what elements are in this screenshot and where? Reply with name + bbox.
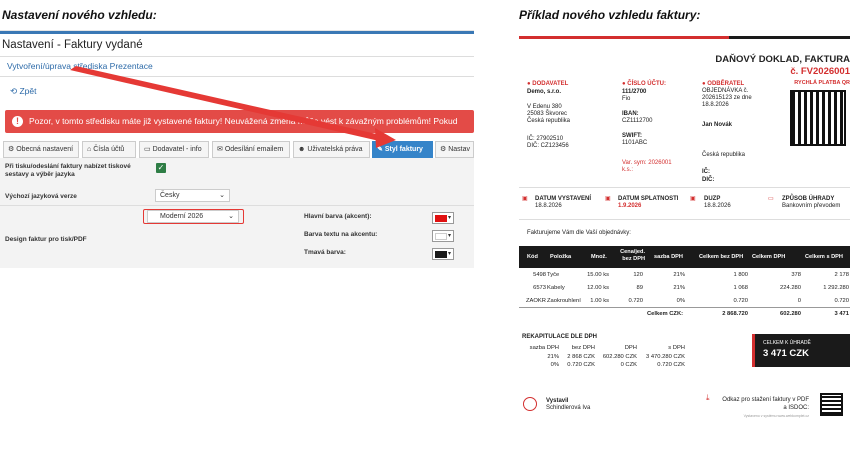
- brush-icon: ✎: [377, 146, 385, 153]
- table-cell: 89: [636, 285, 643, 291]
- table-cell: 378: [791, 272, 801, 278]
- recap-cell: 2 868 CZK: [567, 354, 595, 360]
- card-icon: ▭: [768, 196, 774, 202]
- calendar-icon: ▣: [605, 196, 611, 202]
- gear-icon: ⚙: [440, 146, 449, 153]
- payment-qr-code: [790, 90, 846, 146]
- card-icon: ▭: [144, 146, 153, 153]
- download-qr-code: [820, 393, 843, 416]
- recap-cell: 21%: [547, 354, 559, 360]
- dark-color-picker[interactable]: ▾: [432, 248, 454, 260]
- language-select[interactable]: Česky ⌄: [155, 189, 230, 202]
- recap-cell: 0.720 CZK: [657, 362, 685, 368]
- mail-icon: ✉: [217, 146, 225, 153]
- settings-tabs: ⚙ Obecná nastavení ⌂ Čísla účtů ▭ Dodava…: [3, 141, 474, 158]
- table-cell: 1 292.280: [823, 285, 849, 291]
- tab-rights[interactable]: ☻ Uživatelská práva: [293, 141, 370, 158]
- recap-cell: 0%: [550, 362, 559, 368]
- recap-cell: 0 CZK: [620, 362, 637, 368]
- right-caption: Příklad nového vzhledu faktury:: [519, 8, 701, 22]
- tab-settings[interactable]: ⚙ Nastav: [435, 141, 474, 158]
- table-cell: 12.00 ks: [587, 285, 609, 291]
- back-link[interactable]: ⟲ Zpět: [10, 86, 37, 97]
- invoice-title: DAŇOVÝ DOKLAD, FAKTURA: [715, 54, 850, 65]
- table-cell: 1.00 ks: [590, 298, 609, 304]
- language-label: Výchozí jazyková verze: [5, 193, 77, 200]
- send-options-label: Při tisku/odeslání faktury nabízet tisko…: [5, 163, 131, 178]
- table-cell: 224.280: [780, 285, 801, 291]
- recap-header: sazba DPH: [529, 345, 559, 351]
- users-icon: ☻: [298, 146, 308, 153]
- table-cell: 6573: [533, 285, 546, 291]
- table-cell: 2 178: [834, 272, 849, 278]
- main-color-label: Hlavní barva (akcent):: [304, 213, 372, 220]
- gear-icon: ⚙: [8, 146, 17, 153]
- tab-invoice-style[interactable]: ✎ Styl faktury: [372, 141, 433, 158]
- table-cell: 0.720: [628, 298, 643, 304]
- window-title: Nastavení - Faktury vydané: [2, 39, 143, 51]
- table-cell: 1 068: [733, 285, 748, 291]
- qr-payment-label: RYCHLÁ PLATBA QR: [794, 80, 850, 86]
- recap-cell: 3 470.280 CZK: [646, 354, 685, 360]
- table-cell: 21%: [673, 285, 685, 291]
- settings-window: Nastavení - Faktury vydané Vytvoření/úpr…: [0, 30, 474, 268]
- calendar-icon: ▣: [522, 196, 528, 202]
- design-label: Design faktur pro tisk/PDF: [5, 236, 87, 243]
- recap-cell: 602.280 CZK: [602, 354, 637, 360]
- tab-email[interactable]: ✉ Odesílání emailem: [212, 141, 290, 158]
- recap-cell: 0.720 CZK: [567, 362, 595, 368]
- recap-header: s DPH: [668, 345, 685, 351]
- text-color-label: Barva textu na akcentu:: [304, 231, 378, 238]
- table-cell: 0.720: [733, 298, 748, 304]
- table-cell: 15.00 ks: [587, 272, 609, 278]
- table-cell: 0.720: [834, 298, 849, 304]
- table-cell: ZAOKR: [526, 298, 546, 304]
- calendar-icon: ▣: [690, 196, 696, 202]
- dark-color-label: Tmavá barva:: [304, 249, 346, 256]
- text-color-picker[interactable]: ▾: [432, 230, 454, 242]
- invoice-number: č. FV2026001: [790, 66, 850, 77]
- tab-supplier[interactable]: ▭ Dodavatel - info: [139, 141, 209, 158]
- table-cell: 0%: [676, 298, 685, 304]
- chevron-down-icon: ⌄: [219, 192, 225, 199]
- download-icon: ⤓: [706, 393, 710, 402]
- pdf-download-link[interactable]: Odkaz pro stažení faktury v PDF a ISDOC:: [719, 396, 809, 412]
- total-due-box: CELKEM K ÚHRADĚ 3 471 CZK: [752, 334, 850, 367]
- main-color-picker[interactable]: ▾: [432, 212, 454, 224]
- table-cell: 5498: [533, 272, 546, 278]
- center-edit-link[interactable]: Vytvoření/úprava střediska Prezentace: [7, 61, 153, 71]
- warning-icon: !: [12, 116, 23, 127]
- table-cell: 0: [797, 298, 801, 304]
- window-top-border: [0, 31, 474, 34]
- table-cell: 21%: [673, 272, 685, 278]
- table-cell: 120: [633, 272, 643, 278]
- warning-alert: ! Pozor, v tomto středisku máte již vysta…: [5, 110, 474, 133]
- tab-general[interactable]: ⚙ Obecná nastavení: [3, 141, 79, 158]
- items-table-header: Kód Položka Množ. Cena/jed. bez DPH sazb…: [519, 246, 850, 268]
- recap-header: DPH: [624, 345, 637, 351]
- table-cell: 1 800: [733, 272, 748, 278]
- tab-accounts[interactable]: ⌂ Čísla účtů: [82, 141, 136, 158]
- left-caption: Nastavení nového vzhledu:: [2, 8, 157, 22]
- design-highlight-box: [143, 209, 244, 224]
- user-icon: [523, 397, 537, 411]
- invoice-preview: DAŇOVÝ DOKLAD, FAKTURA č. FV2026001 RYCH…: [519, 36, 850, 428]
- send-options-checkbox[interactable]: ✓: [156, 163, 166, 173]
- recap-header: bez DPH: [571, 345, 595, 351]
